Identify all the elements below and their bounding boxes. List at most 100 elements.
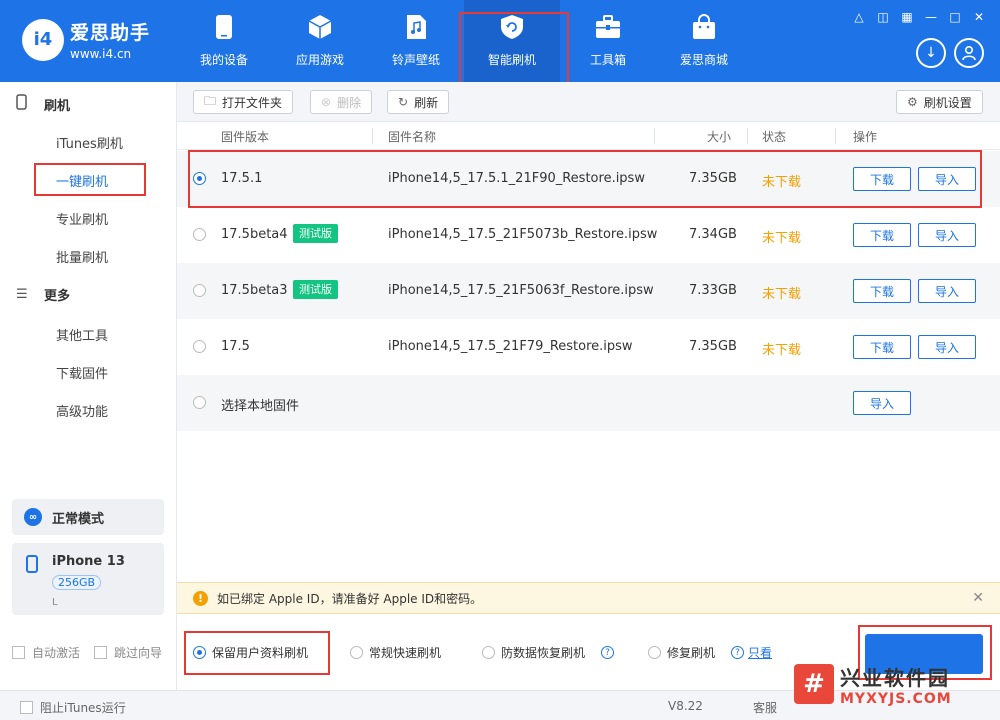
sidebar-item-other-tools[interactable]: 其他工具 [56, 325, 108, 344]
header-size: 大小 [707, 130, 732, 144]
table-row[interactable]: 17.5.1 iPhone14,5_17.5.1_21F90_Restore.i… [177, 151, 1000, 207]
option-fast-flash[interactable]: 常规快速刷机 [350, 644, 441, 661]
download-button[interactable]: 下载 [853, 279, 911, 303]
row-radio[interactable] [193, 340, 206, 353]
sidebar-item-batch-flash[interactable]: 批量刷机 [56, 247, 108, 266]
row-size: 7.35GB [689, 339, 737, 354]
download-button[interactable]: 下载 [853, 335, 911, 359]
folder-icon: 🗀 [204, 93, 217, 108]
close-icon[interactable]: ✕ [972, 590, 984, 606]
watermark-title: 兴业软件园 [840, 665, 950, 690]
skip-guide-checkbox[interactable]: 跳过向导 [94, 644, 162, 661]
option-radio [193, 646, 206, 659]
block-itunes-checkbox[interactable]: 阻止iTunes运行 [20, 699, 126, 716]
device-extra: L [52, 597, 58, 608]
cube-icon [306, 13, 334, 41]
device-card[interactable]: iPhone 13 256GB L [12, 543, 164, 615]
table-row[interactable]: 17.5beta4 测试版 iPhone14,5_17.5_21F5073b_R… [177, 207, 1000, 263]
sidebar-item-pro-flash[interactable]: 专业刷机 [56, 209, 108, 228]
import-local-button[interactable]: 导入 [853, 391, 911, 415]
tablet-icon[interactable]: ◫ [876, 10, 890, 24]
refresh-button[interactable]: ↻ 刷新 [387, 90, 450, 114]
download-icon[interactable]: ↓ [916, 38, 946, 68]
row-firmware-name: iPhone14,5_17.5_21F79_Restore.ipsw [388, 339, 633, 354]
help-icon[interactable]: ? [731, 646, 745, 659]
row-status: 未下载 [762, 343, 802, 358]
shield-refresh-icon [498, 13, 526, 41]
menu-icon: ☰ [16, 287, 28, 302]
device-phone-icon [26, 555, 38, 573]
import-button[interactable]: 导入 [918, 335, 976, 359]
warning-icon: ! [193, 590, 208, 606]
row-size: 7.35GB [689, 171, 737, 186]
checkbox-box [12, 646, 25, 659]
sidebar-item-advanced[interactable]: 高级功能 [56, 401, 108, 420]
download-button[interactable]: 下载 [853, 223, 911, 247]
sidebar-item-itunes-flash[interactable]: iTunes刷机 [56, 133, 123, 152]
nav-ringtones[interactable]: 铃声壁纸 [368, 0, 464, 82]
row-version: 17.5 [221, 339, 250, 354]
auto-activate-checkbox[interactable]: 自动激活 [12, 644, 80, 661]
nav-my-device[interactable]: 我的设备 [176, 0, 272, 82]
row-status: 未下载 [762, 287, 802, 302]
row-radio[interactable] [193, 284, 206, 297]
shirt-icon[interactable]: △ [852, 10, 866, 24]
row-version: 17.5.1 [221, 171, 263, 186]
row-version: 17.5beta3 [221, 283, 288, 298]
download-button[interactable]: 下载 [853, 167, 911, 191]
window-controls: △ ◫ ▦ — □ ✕ [852, 10, 986, 24]
nav-apps-games[interactable]: 应用游戏 [272, 0, 368, 82]
import-button[interactable]: 导入 [918, 223, 976, 247]
flash-settings-button[interactable]: ⚙ 刷机设置 [896, 90, 983, 114]
close-icon[interactable]: ✕ [972, 10, 986, 24]
nav-toolbox[interactable]: 工具箱 [560, 0, 656, 82]
sidebar-section-more: ☰ 更多 [16, 287, 71, 304]
row-size: 7.34GB [689, 227, 737, 242]
apple-id-notice: ! 如已绑定 Apple ID，请准备好 Apple ID和密码。 ✕ [177, 582, 1000, 614]
link-icon: ∞ [24, 508, 42, 526]
nav-store[interactable]: 爱思商城 [656, 0, 752, 82]
top-nav: 我的设备 应用游戏 铃声壁纸 智能刷机 工具箱 爱思商城 [176, 0, 752, 82]
sidebar-item-download-firmware[interactable]: 下载固件 [56, 363, 108, 382]
gear-icon: ⚙ [907, 95, 918, 109]
option-anti-recovery[interactable]: 防数据恢复刷机 ? [482, 644, 615, 661]
logo-url: www.i4.cn [70, 47, 132, 61]
option-keep-data[interactable]: 保留用户资料刷机 [193, 644, 308, 661]
header-divider [372, 128, 373, 144]
table-row-local-firmware[interactable]: 选择本地固件 导入 [177, 375, 1000, 431]
watermark-logo: # [794, 664, 834, 704]
row-radio[interactable] [193, 228, 206, 241]
music-file-icon [402, 13, 430, 41]
shopping-bag-icon [690, 13, 718, 41]
header-divider [747, 128, 748, 144]
delete-button[interactable]: ⊗ 删除 [310, 90, 373, 114]
maximize-icon[interactable]: □ [948, 10, 962, 24]
toolbox-icon [594, 13, 622, 41]
option-repair[interactable]: 修复刷机 ? 只看 [648, 644, 772, 661]
row-status: 未下载 [762, 175, 802, 190]
minimize-icon[interactable]: — [924, 10, 938, 24]
import-button[interactable]: 导入 [918, 279, 976, 303]
view-only-link[interactable]: 只看 [748, 644, 772, 661]
row-version: 17.5beta4 [221, 227, 288, 242]
help-icon[interactable]: ? [601, 646, 615, 659]
local-firmware-label: 选择本地固件 [221, 399, 300, 414]
nav-smart-flash[interactable]: 智能刷机 [464, 0, 560, 82]
option-radio [350, 646, 363, 659]
table-row[interactable]: 17.5 iPhone14,5_17.5_21F79_Restore.ipsw … [177, 319, 1000, 375]
user-icon[interactable] [954, 38, 984, 68]
logo-name: 爱思助手 [70, 22, 151, 44]
checkbox-box [20, 701, 33, 714]
row-radio[interactable] [193, 172, 206, 185]
customer-service-link[interactable]: 客服 [753, 699, 777, 716]
import-button[interactable]: 导入 [918, 167, 976, 191]
beta-badge: 测试版 [293, 280, 338, 299]
row-radio[interactable] [193, 396, 206, 409]
phone-outline-icon [16, 94, 32, 114]
sidebar-item-one-click-flash[interactable]: 一键刷机 [56, 171, 108, 190]
open-folder-button[interactable]: 🗀 打开文件夹 [193, 90, 294, 114]
phone-icon [210, 13, 238, 41]
table-row[interactable]: 17.5beta3 测试版 iPhone14,5_17.5_21F5063f_R… [177, 263, 1000, 319]
grid-icon[interactable]: ▦ [900, 10, 914, 24]
device-mode-card: ∞ 正常模式 [12, 499, 164, 535]
